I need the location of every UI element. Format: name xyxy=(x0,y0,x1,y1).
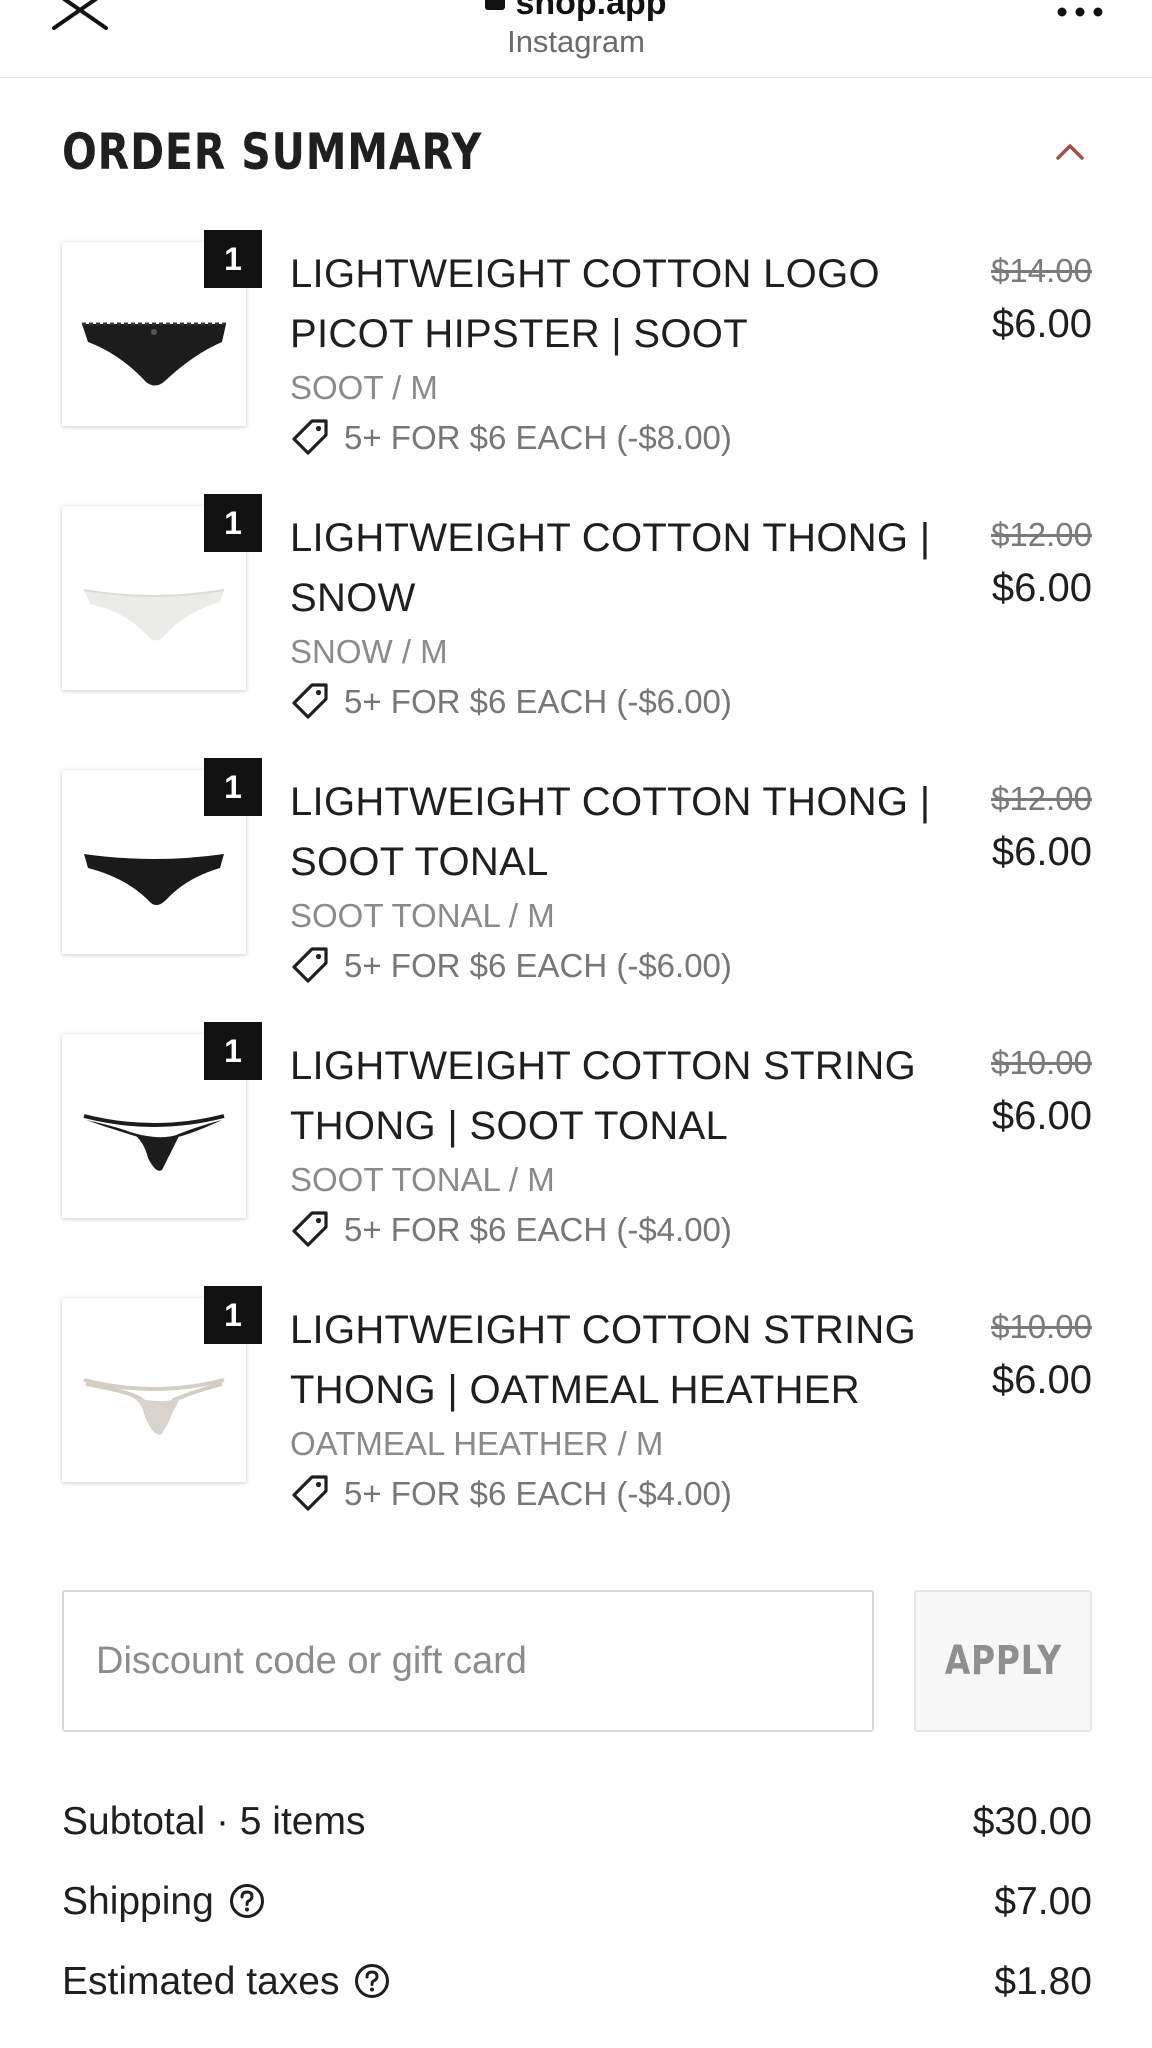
shipping-row: Shipping $7.00 xyxy=(62,1872,1092,1952)
taxes-row: Estimated taxes $1.80 xyxy=(62,1952,1092,2032)
discount-text: 5+ FOR $6 EACH (-$4.00) xyxy=(344,1211,732,1248)
source-subtitle: Instagram xyxy=(507,24,645,59)
apply-button-label: APPLY xyxy=(944,1638,1062,1684)
more-dots-icon xyxy=(1057,7,1103,17)
order-totals: Subtotal · 5 items $30.00 Shipping $7.00… xyxy=(62,1792,1092,2032)
line-item: 1 LIGHTWEIGHT COTTON LOGO PICOT HIPSTER … xyxy=(62,230,1092,494)
line-item: 1 LIGHTWEIGHT COTTON STRING THONG | SOOT… xyxy=(62,1022,1092,1286)
product-name: LIGHTWEIGHT COTTON LOGO PICOT HIPSTER | … xyxy=(290,252,880,356)
product-variant: SNOW / M xyxy=(290,633,448,670)
subtotal-label: Subtotal · 5 items xyxy=(62,1800,366,1843)
original-price: $10.00 xyxy=(991,1044,1092,1081)
sale-price: $6.00 xyxy=(991,1094,1092,1138)
line-items-list: 1 LIGHTWEIGHT COTTON LOGO PICOT HIPSTER … xyxy=(62,230,1092,1550)
product-name: LIGHTWEIGHT COTTON STRING THONG | OATMEA… xyxy=(290,1308,917,1412)
taxes-label: Estimated taxes xyxy=(62,1960,340,2003)
quantity-badge: 1 xyxy=(204,1022,262,1080)
order-summary-title: ORDER SUMMARY xyxy=(62,123,483,181)
product-variant: OATMEAL HEATHER / M xyxy=(290,1425,664,1462)
taxes-value: $1.80 xyxy=(994,1960,1092,2003)
quantity-badge: 1 xyxy=(204,230,262,288)
product-variant: SOOT / M xyxy=(290,369,438,406)
shipping-label: Shipping xyxy=(62,1880,214,1923)
quantity-badge: 1 xyxy=(204,758,262,816)
tag-icon xyxy=(292,419,328,455)
discount-text: 5+ FOR $6 EACH (-$6.00) xyxy=(344,947,732,984)
original-price: $14.00 xyxy=(991,252,1092,289)
lock-icon xyxy=(485,0,506,10)
discount-line: 5+ FOR $6 EACH (-$6.00) xyxy=(290,940,1010,992)
product-name: LIGHTWEIGHT COTTON THONG | SOOT TONAL xyxy=(290,780,931,884)
sale-price: $6.00 xyxy=(991,1358,1092,1402)
discount-line: 5+ FOR $6 EACH (-$4.00) xyxy=(290,1468,1010,1520)
help-icon[interactable] xyxy=(228,1882,266,1920)
address-bar[interactable]: shop.app xyxy=(0,0,1152,23)
line-item: 1 LIGHTWEIGHT COTTON THONG | SOOT TONAL … xyxy=(62,758,1092,1022)
discount-text: 5+ FOR $6 EACH (-$8.00) xyxy=(344,419,732,456)
sale-price: $6.00 xyxy=(991,566,1092,610)
subtotal-row: Subtotal · 5 items $30.00 xyxy=(62,1792,1092,1872)
discount-line: 5+ FOR $6 EACH (-$4.00) xyxy=(290,1204,1010,1256)
sale-price: $6.00 xyxy=(991,302,1092,346)
original-price: $12.00 xyxy=(991,516,1092,553)
address-text: shop.app xyxy=(515,0,667,22)
quantity-badge: 1 xyxy=(204,1286,262,1344)
tag-icon xyxy=(292,947,328,983)
discount-line: 5+ FOR $6 EACH (-$8.00) xyxy=(290,412,1010,464)
collapse-summary-button[interactable] xyxy=(1048,132,1092,172)
discount-line: 5+ FOR $6 EACH (-$6.00) xyxy=(290,676,1010,728)
order-summary-header[interactable]: ORDER SUMMARY xyxy=(62,116,1092,188)
more-options-button[interactable] xyxy=(1050,0,1110,34)
product-variant: SOOT TONAL / M xyxy=(290,897,555,934)
quantity-badge: 1 xyxy=(204,494,262,552)
tag-icon xyxy=(292,1211,328,1247)
original-price: $12.00 xyxy=(991,780,1092,817)
subtotal-value: $30.00 xyxy=(972,1800,1092,1843)
line-item: 1 LIGHTWEIGHT COTTON STRING THONG | OATM… xyxy=(62,1286,1092,1550)
product-name: LIGHTWEIGHT COTTON STRING THONG | SOOT T… xyxy=(290,1044,917,1148)
discount-text: 5+ FOR $6 EACH (-$4.00) xyxy=(344,1475,732,1512)
discount-text: 5+ FOR $6 EACH (-$6.00) xyxy=(344,683,732,720)
tag-icon xyxy=(292,1475,328,1511)
tag-icon xyxy=(292,683,328,719)
product-name: LIGHTWEIGHT COTTON THONG | SNOW xyxy=(290,516,931,620)
apply-discount-button[interactable]: APPLY xyxy=(914,1590,1092,1732)
shipping-value: $7.00 xyxy=(994,1880,1092,1923)
discount-code-input[interactable] xyxy=(62,1590,874,1732)
product-variant: SOOT TONAL / M xyxy=(290,1161,555,1198)
line-item: 1 LIGHTWEIGHT COTTON THONG | SNOW SNOW /… xyxy=(62,494,1092,758)
browser-top-bar: shop.app Instagram xyxy=(0,0,1152,78)
help-icon[interactable] xyxy=(353,1962,391,2000)
sale-price: $6.00 xyxy=(991,830,1092,874)
chevron-up-icon xyxy=(1056,144,1084,160)
original-price: $10.00 xyxy=(991,1308,1092,1345)
